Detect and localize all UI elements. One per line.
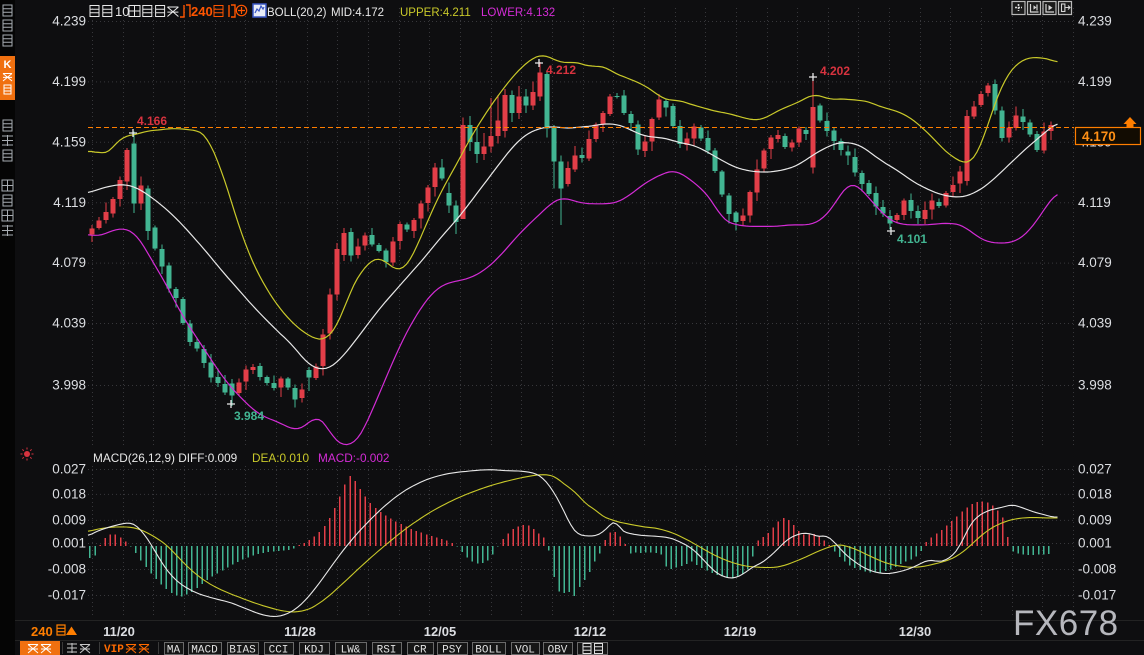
svg-text:VOL: VOL: [515, 645, 535, 655]
svg-text:3.998: 3.998: [1078, 378, 1112, 393]
svg-text:3.998: 3.998: [52, 378, 86, 393]
svg-text:11/28: 11/28: [284, 624, 316, 639]
svg-text:FX678: FX678: [1013, 604, 1119, 643]
svg-text:0.001: 0.001: [1078, 536, 1112, 551]
svg-text:11/20: 11/20: [103, 624, 135, 639]
svg-text:MACD:-0.002: MACD:-0.002: [318, 451, 389, 465]
svg-text:240: 240: [31, 624, 53, 639]
svg-text:4.166: 4.166: [137, 114, 167, 128]
svg-text:KDJ: KDJ: [304, 645, 324, 655]
svg-text:BIAS: BIAS: [229, 645, 256, 655]
svg-text:240: 240: [191, 4, 213, 19]
svg-text:0.009: 0.009: [1078, 513, 1112, 528]
svg-text:-0.008: -0.008: [1078, 562, 1116, 577]
svg-text:10: 10: [115, 4, 129, 19]
svg-text:CCI: CCI: [269, 645, 289, 655]
svg-text:4.199: 4.199: [1078, 74, 1112, 89]
svg-text:4.212: 4.212: [546, 63, 576, 77]
svg-text:OBV: OBV: [548, 645, 568, 655]
svg-text:4.119: 4.119: [53, 195, 86, 210]
svg-text:0.027: 0.027: [52, 462, 86, 477]
svg-text:4.079: 4.079: [1078, 255, 1112, 270]
svg-text:K: K: [4, 59, 12, 71]
svg-text:12/19: 12/19: [724, 624, 757, 639]
svg-text:-0.017: -0.017: [1078, 588, 1116, 603]
svg-text:4.202: 4.202: [820, 64, 850, 78]
svg-text:MA: MA: [167, 645, 181, 655]
svg-text:0.001: 0.001: [52, 536, 86, 551]
svg-text:4.199: 4.199: [52, 74, 86, 89]
svg-text:-0.017: -0.017: [48, 588, 86, 603]
svg-text:0.018: 0.018: [52, 487, 86, 502]
svg-text:LOWER:4.132: LOWER:4.132: [481, 7, 555, 19]
svg-text:LW&: LW&: [341, 645, 361, 655]
svg-text:RSI: RSI: [377, 645, 397, 655]
svg-text:0.027: 0.027: [1078, 462, 1112, 477]
svg-text:DEA:0.010: DEA:0.010: [252, 451, 309, 465]
svg-text:MACD: MACD: [191, 645, 218, 655]
svg-text:-0.008: -0.008: [48, 562, 86, 577]
svg-text:PSY: PSY: [442, 645, 462, 655]
svg-text:12/12: 12/12: [574, 624, 607, 639]
svg-text:VIP: VIP: [104, 644, 124, 655]
svg-text:BOLL(20,2): BOLL(20,2): [267, 7, 327, 19]
svg-text:0.018: 0.018: [1078, 487, 1112, 502]
svg-text:12/05: 12/05: [424, 624, 457, 639]
svg-text:4.119: 4.119: [1078, 195, 1111, 210]
svg-text:MACD(26,12,9) DIFF:0.009: MACD(26,12,9) DIFF:0.009: [93, 451, 237, 465]
svg-text:4.079: 4.079: [52, 255, 86, 270]
svg-text:4.101: 4.101: [897, 232, 927, 246]
svg-text:UPPER:4.211: UPPER:4.211: [400, 7, 471, 19]
svg-text:3.984: 3.984: [234, 409, 264, 423]
svg-text:0.009: 0.009: [52, 513, 86, 528]
svg-text:12/30: 12/30: [899, 624, 932, 639]
svg-text:4.039: 4.039: [52, 316, 86, 331]
svg-text:CR: CR: [413, 645, 427, 655]
svg-text:MID:4.172: MID:4.172: [331, 7, 384, 19]
svg-text:4.159: 4.159: [52, 134, 86, 149]
svg-text:4.039: 4.039: [1078, 316, 1112, 331]
svg-text:4.239: 4.239: [52, 14, 86, 29]
svg-text:BOLL: BOLL: [475, 645, 501, 655]
svg-text:4.170: 4.170: [1082, 129, 1116, 144]
svg-text:4.239: 4.239: [1078, 14, 1112, 29]
